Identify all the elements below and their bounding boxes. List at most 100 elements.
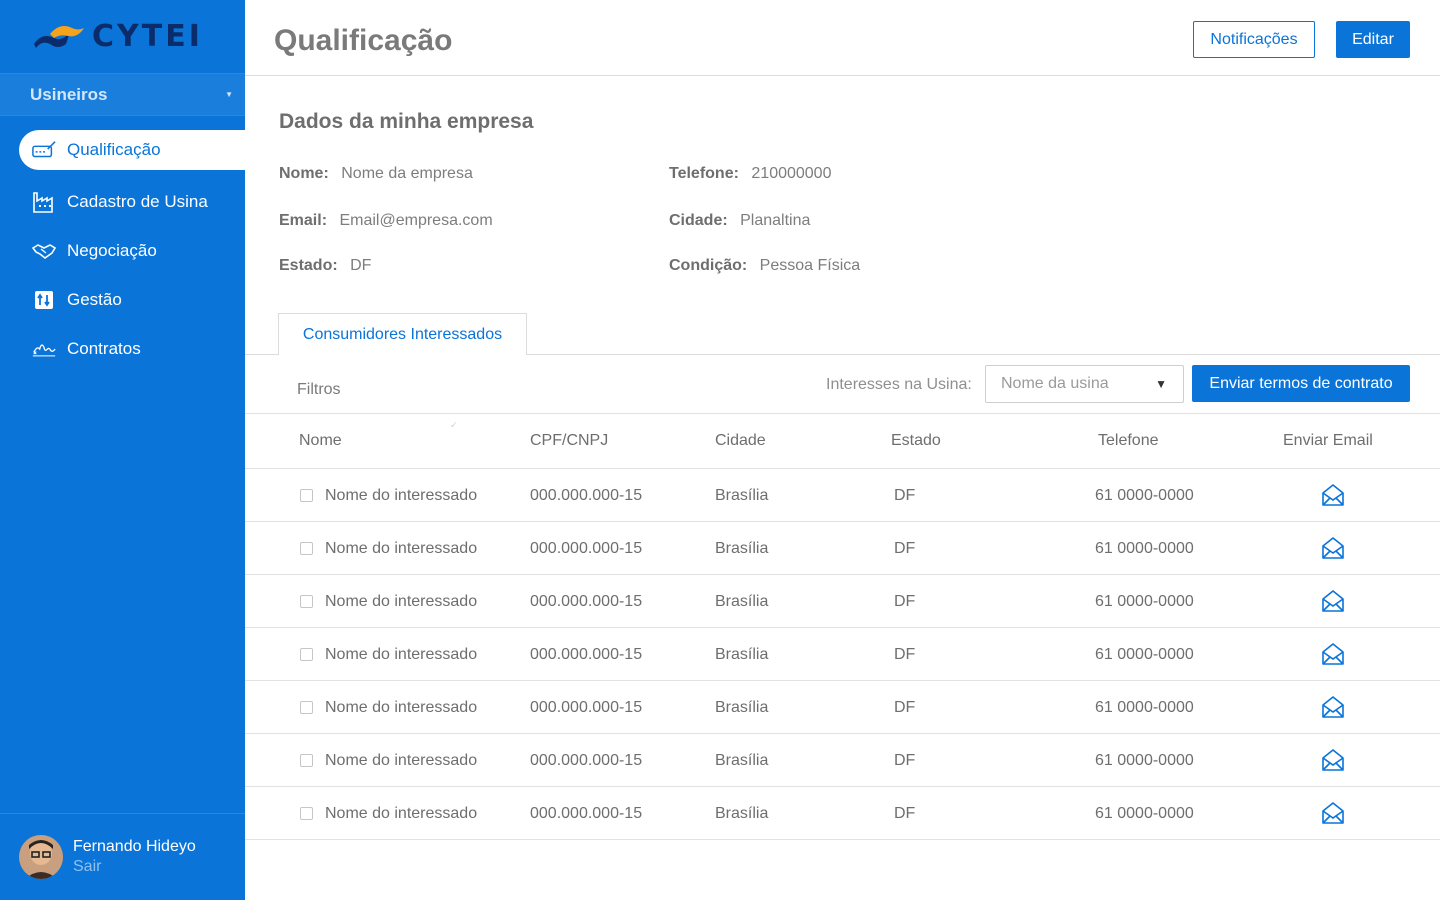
factory-icon [32, 190, 56, 214]
filters-label[interactable]: Filtros [297, 381, 341, 399]
mail-icon[interactable] [1321, 801, 1345, 825]
user-panel: Fernando Hideyo Sair [0, 813, 245, 900]
plant-select-value: Nome da usina [1001, 375, 1109, 392]
cell-city: Brasília [715, 646, 769, 663]
plant-interest-label: Interesses na Usina: [826, 376, 972, 393]
column-header-city[interactable]: Cidade [715, 432, 766, 450]
cell-name: Nome do interessado [325, 540, 478, 557]
cell-city: Brasília [715, 805, 769, 822]
app-root: CYTEI Usineiros ▼ Qualificação Cadastro … [0, 0, 1440, 900]
column-header-name[interactable]: Nome [299, 432, 342, 450]
page-title: Qualificação [274, 24, 453, 57]
field-label: Email: [279, 212, 328, 229]
field-value: Email@empresa.com [339, 212, 493, 229]
field-value: Planaltina [740, 212, 811, 229]
company-city-field: Cidade: Planaltina [669, 212, 810, 230]
cell-city: Brasília [715, 487, 769, 504]
logo-text: CYTEI [92, 19, 203, 54]
sidebar-item-label: Gestão [67, 289, 122, 309]
cell-phone: 61 0000-0000 [1095, 805, 1194, 822]
company-name-field: Nome: Nome da empresa [279, 165, 473, 183]
cell-city: Brasília [715, 699, 769, 716]
row-checkbox[interactable] [300, 595, 313, 608]
table-row: Nome do interessado 000.000.000-15 Brasí… [245, 469, 1440, 522]
row-checkbox[interactable] [300, 701, 313, 714]
sidebar-nav: Qualificação Cadastro de Usina Negociaçã… [0, 130, 245, 373]
logo[interactable]: CYTEI [0, 0, 245, 74]
table-row: Nome do interessado 000.000.000-15 Brasí… [245, 787, 1440, 840]
table-row: Nome do interessado 000.000.000-15 Brasí… [245, 681, 1440, 734]
avatar[interactable] [19, 835, 63, 879]
chevron-down-icon: ▼ [225, 90, 233, 99]
cell-phone: 61 0000-0000 [1095, 487, 1194, 504]
tab-consumidores-interessados[interactable]: Consumidores Interessados [278, 313, 527, 355]
handshake-icon [32, 239, 56, 263]
edit-button[interactable]: Editar [1336, 21, 1410, 58]
field-value: DF [350, 257, 372, 274]
mail-icon[interactable] [1321, 589, 1345, 613]
sidebar-item-label: Contratos [67, 338, 141, 358]
row-checkbox[interactable] [300, 807, 313, 820]
mail-icon[interactable] [1321, 483, 1345, 507]
sidebar-item-cadastro-de-usina[interactable]: Cadastro de Usina [0, 177, 245, 226]
user-info: Fernando Hideyo Sair [73, 838, 196, 876]
mail-icon[interactable] [1321, 695, 1345, 719]
sidebar-item-qualificacao[interactable]: Qualificação [19, 130, 245, 170]
cell-document: 000.000.000-15 [530, 487, 643, 504]
filter-divider [245, 413, 1440, 414]
row-checkbox[interactable] [300, 648, 313, 661]
sidebar-item-contratos[interactable]: Contratos [0, 324, 245, 373]
cell-phone: 61 0000-0000 [1095, 752, 1194, 769]
plant-select[interactable]: Nome da usina ▼ [985, 365, 1184, 403]
sort-check-icon: ✓ [450, 420, 458, 430]
cell-document: 000.000.000-15 [530, 540, 643, 557]
cell-state: DF [894, 540, 916, 557]
field-label: Condição: [669, 257, 748, 274]
table-row: Nome do interessado 000.000.000-15 Brasí… [245, 628, 1440, 681]
field-label: Cidade: [669, 212, 728, 229]
cell-state: DF [894, 699, 916, 716]
cell-document: 000.000.000-15 [530, 646, 643, 663]
logout-link[interactable]: Sair [73, 858, 196, 876]
cell-state: DF [894, 487, 916, 504]
cell-name: Nome do interessado [325, 487, 478, 504]
sidebar: CYTEI Usineiros ▼ Qualificação Cadastro … [0, 0, 245, 900]
cell-name: Nome do interessado [325, 805, 478, 822]
company-section-title: Dados da minha empresa [279, 110, 534, 133]
page-header: Qualificação Notificações Editar [245, 0, 1440, 76]
sidebar-item-gestao[interactable]: Gestão [0, 275, 245, 324]
mail-icon[interactable] [1321, 748, 1345, 772]
sidebar-item-label: Qualificação [67, 140, 161, 159]
notifications-button[interactable]: Notificações [1193, 21, 1315, 58]
cell-document: 000.000.000-15 [530, 699, 643, 716]
role-selector[interactable]: Usineiros ▼ [0, 74, 245, 116]
company-condition-field: Condição: Pessoa Física [669, 257, 860, 275]
field-label: Estado: [279, 257, 338, 274]
field-label: Telefone: [669, 165, 739, 182]
send-contract-terms-button[interactable]: Enviar termos de contrato [1192, 365, 1410, 402]
cell-phone: 61 0000-0000 [1095, 593, 1194, 610]
column-header-state[interactable]: Estado [891, 432, 941, 450]
column-header-document[interactable]: CPF/CNPJ [530, 432, 608, 450]
field-value: Pessoa Física [759, 257, 861, 274]
mail-icon[interactable] [1321, 642, 1345, 666]
cell-phone: 61 0000-0000 [1095, 699, 1194, 716]
mail-icon[interactable] [1321, 536, 1345, 560]
column-header-send-email: Enviar Email [1283, 432, 1373, 449]
sidebar-item-label: Cadastro de Usina [67, 191, 208, 211]
cell-document: 000.000.000-15 [530, 752, 643, 769]
table-row: Nome do interessado 000.000.000-15 Brasí… [245, 575, 1440, 628]
cell-city: Brasília [715, 752, 769, 769]
column-header-phone[interactable]: Telefone [1098, 432, 1159, 450]
cell-phone: 61 0000-0000 [1095, 646, 1194, 663]
cell-name: Nome do interessado [325, 752, 478, 769]
cell-name: Nome do interessado [325, 593, 478, 610]
cell-state: DF [894, 593, 916, 610]
management-icon [32, 288, 56, 312]
row-checkbox[interactable] [300, 489, 313, 502]
sidebar-item-negociacao[interactable]: Negociação [0, 226, 245, 275]
row-checkbox[interactable] [300, 754, 313, 767]
cell-name: Nome do interessado [325, 646, 478, 663]
row-checkbox[interactable] [300, 542, 313, 555]
qualification-icon [32, 138, 56, 162]
